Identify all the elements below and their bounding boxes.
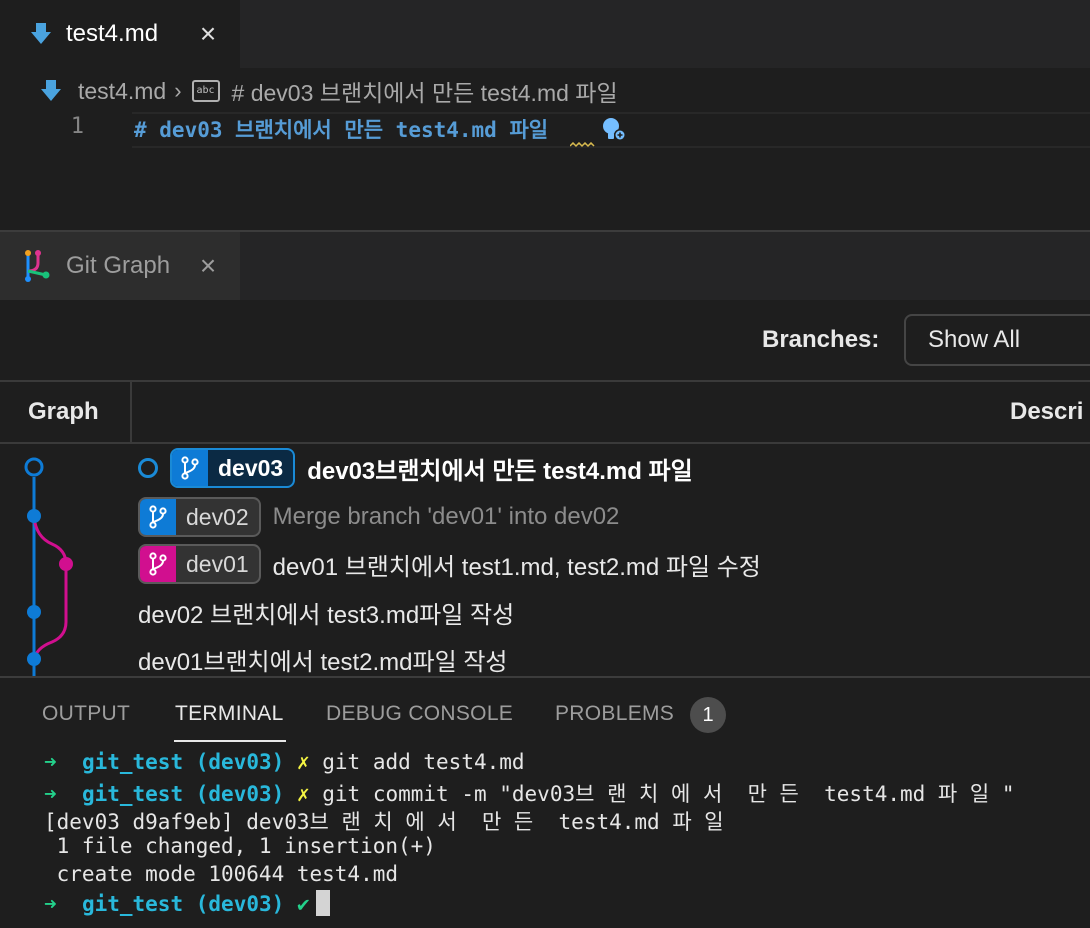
commit-message: dev03브랜치에서 만든 test4.md 파일 bbox=[307, 457, 693, 485]
column-header-description[interactable]: Descri bbox=[1010, 398, 1083, 426]
prompt-arrow: ➜ bbox=[44, 892, 57, 916]
close-icon[interactable]: × bbox=[196, 20, 220, 48]
dirty-mark: ✗ bbox=[296, 750, 310, 774]
commit-row[interactable]: dev03 dev03브랜치에서 만든 test4.md 파일 bbox=[138, 447, 693, 489]
spelling-squiggle bbox=[570, 142, 595, 148]
tab-problems[interactable]: PROBLEMS bbox=[555, 702, 674, 726]
branches-label: Branches: bbox=[762, 326, 880, 353]
terminal-cursor bbox=[315, 890, 330, 916]
tab-output[interactable]: OUTPUT bbox=[42, 702, 130, 726]
terminal-line[interactable]: ➜ git_test (dev03) ✔ bbox=[44, 890, 330, 916]
branch-line-pink bbox=[32, 516, 68, 661]
line-number: 1 bbox=[70, 114, 84, 139]
prompt-branch: (dev03) bbox=[195, 782, 285, 806]
commit-row[interactable]: dev01브랜치에서 test2.md파일 작성 bbox=[138, 638, 508, 680]
panel-border bbox=[0, 676, 1090, 678]
tab-label: test4.md bbox=[66, 20, 159, 47]
problems-count-badge: 1 bbox=[690, 697, 726, 733]
terminal-line: ➜ git_test (dev03) ✗ git commit -m "dev0… bbox=[44, 778, 1015, 808]
markdown-file-icon bbox=[31, 23, 51, 44]
tab-git-graph[interactable]: Git Graph × bbox=[0, 232, 240, 300]
branch-icon bbox=[172, 450, 208, 486]
commit-graph bbox=[24, 457, 73, 676]
commit-message: dev02 브랜치에서 test3.md파일 작성 bbox=[138, 601, 515, 629]
tab-test4-md[interactable]: test4.md × bbox=[0, 0, 240, 68]
git-graph-tab-bar: Git Graph × bbox=[0, 232, 1090, 300]
commit-node-dev01 bbox=[59, 557, 73, 571]
branch-icon bbox=[140, 546, 176, 582]
prompt-dir: git_test bbox=[81, 892, 184, 916]
branch-badge-dev01[interactable]: dev01 bbox=[138, 544, 261, 584]
terminal-output: create mode 100644 test4.md bbox=[44, 862, 399, 886]
editor-tab-bar: test4.md × bbox=[0, 0, 1090, 68]
breadcrumb: test4.md › abc # dev03 브랜치에서 만든 test4.md… bbox=[40, 74, 618, 108]
breadcrumb-file[interactable]: test4.md bbox=[78, 78, 166, 105]
commit-message: dev01브랜치에서 test2.md파일 작성 bbox=[138, 648, 508, 676]
column-header-graph[interactable]: Graph bbox=[28, 398, 99, 426]
branch-badge-dev02[interactable]: dev02 bbox=[138, 497, 261, 537]
breadcrumb-symbol[interactable]: # dev03 브랜치에서 만든 test4.md 파일 bbox=[232, 74, 618, 108]
commit-row[interactable]: dev02 브랜치에서 test3.md파일 작성 bbox=[138, 591, 514, 633]
git-graph-header bbox=[0, 380, 1090, 444]
branch-name: dev02 bbox=[186, 503, 249, 530]
close-icon[interactable]: × bbox=[196, 252, 220, 280]
prompt-branch: (dev03) bbox=[195, 750, 285, 774]
commit-row[interactable]: dev01 dev01 브랜치에서 test1.md, test2.md 파일 … bbox=[138, 543, 761, 585]
branch-name: dev01 bbox=[186, 550, 249, 577]
lightbulb-icon[interactable] bbox=[600, 116, 628, 144]
tab-terminal[interactable]: TERMINAL bbox=[175, 702, 284, 726]
active-tab-indicator bbox=[174, 740, 286, 742]
head-indicator bbox=[138, 458, 158, 478]
branch-name: dev03 bbox=[218, 454, 284, 481]
tab-debug-console[interactable]: DEBUG CONSOLE bbox=[326, 702, 513, 726]
commit-node-5 bbox=[27, 652, 41, 666]
commit-node-dev02 bbox=[27, 509, 41, 523]
chevron-right-icon: › bbox=[174, 78, 182, 103]
command-text: git add test4.md bbox=[322, 750, 525, 774]
prompt-arrow: ➜ bbox=[44, 782, 57, 806]
markdown-file-icon bbox=[41, 80, 61, 101]
branches-dropdown[interactable]: Show All bbox=[904, 314, 1090, 366]
prompt-dir: git_test bbox=[81, 782, 184, 806]
commit-node-4 bbox=[27, 605, 41, 619]
clean-mark: ✔ bbox=[296, 892, 310, 916]
commit-message: Merge branch 'dev01' into dev02 bbox=[272, 503, 620, 530]
terminal-output: 1 file changed, 1 insertion(+) bbox=[44, 834, 436, 858]
commit-node-dev03 bbox=[24, 457, 44, 477]
prompt-arrow: ➜ bbox=[44, 750, 57, 774]
prompt-branch: (dev03) bbox=[195, 892, 285, 916]
dirty-mark: ✗ bbox=[296, 782, 310, 806]
prompt-dir: git_test bbox=[81, 750, 184, 774]
branch-badge-dev03[interactable]: dev03 bbox=[170, 448, 296, 488]
string-symbol-icon: abc bbox=[191, 80, 220, 102]
terminal-output: [dev03 d9af9eb] dev03브 랜 치 에 서 만 든 test4… bbox=[44, 810, 724, 834]
terminal-line: ➜ git_test (dev03) ✗ git add test4.md bbox=[44, 750, 525, 774]
column-resize-handle[interactable] bbox=[130, 382, 132, 442]
git-graph-icon bbox=[25, 250, 50, 282]
command-text: git commit -m "dev03브 랜 치 에 서 만 든 test4.… bbox=[322, 782, 1015, 806]
branch-icon bbox=[140, 499, 176, 535]
commit-row[interactable]: dev02 Merge branch 'dev01' into dev02 bbox=[138, 496, 619, 538]
tab-label: Git Graph bbox=[66, 252, 171, 279]
commit-message: dev01 브랜치에서 test1.md, test2.md 파일 수정 bbox=[272, 553, 761, 581]
code-line[interactable]: # dev03 브랜치에서 만든 test4.md 파일 bbox=[134, 114, 548, 144]
